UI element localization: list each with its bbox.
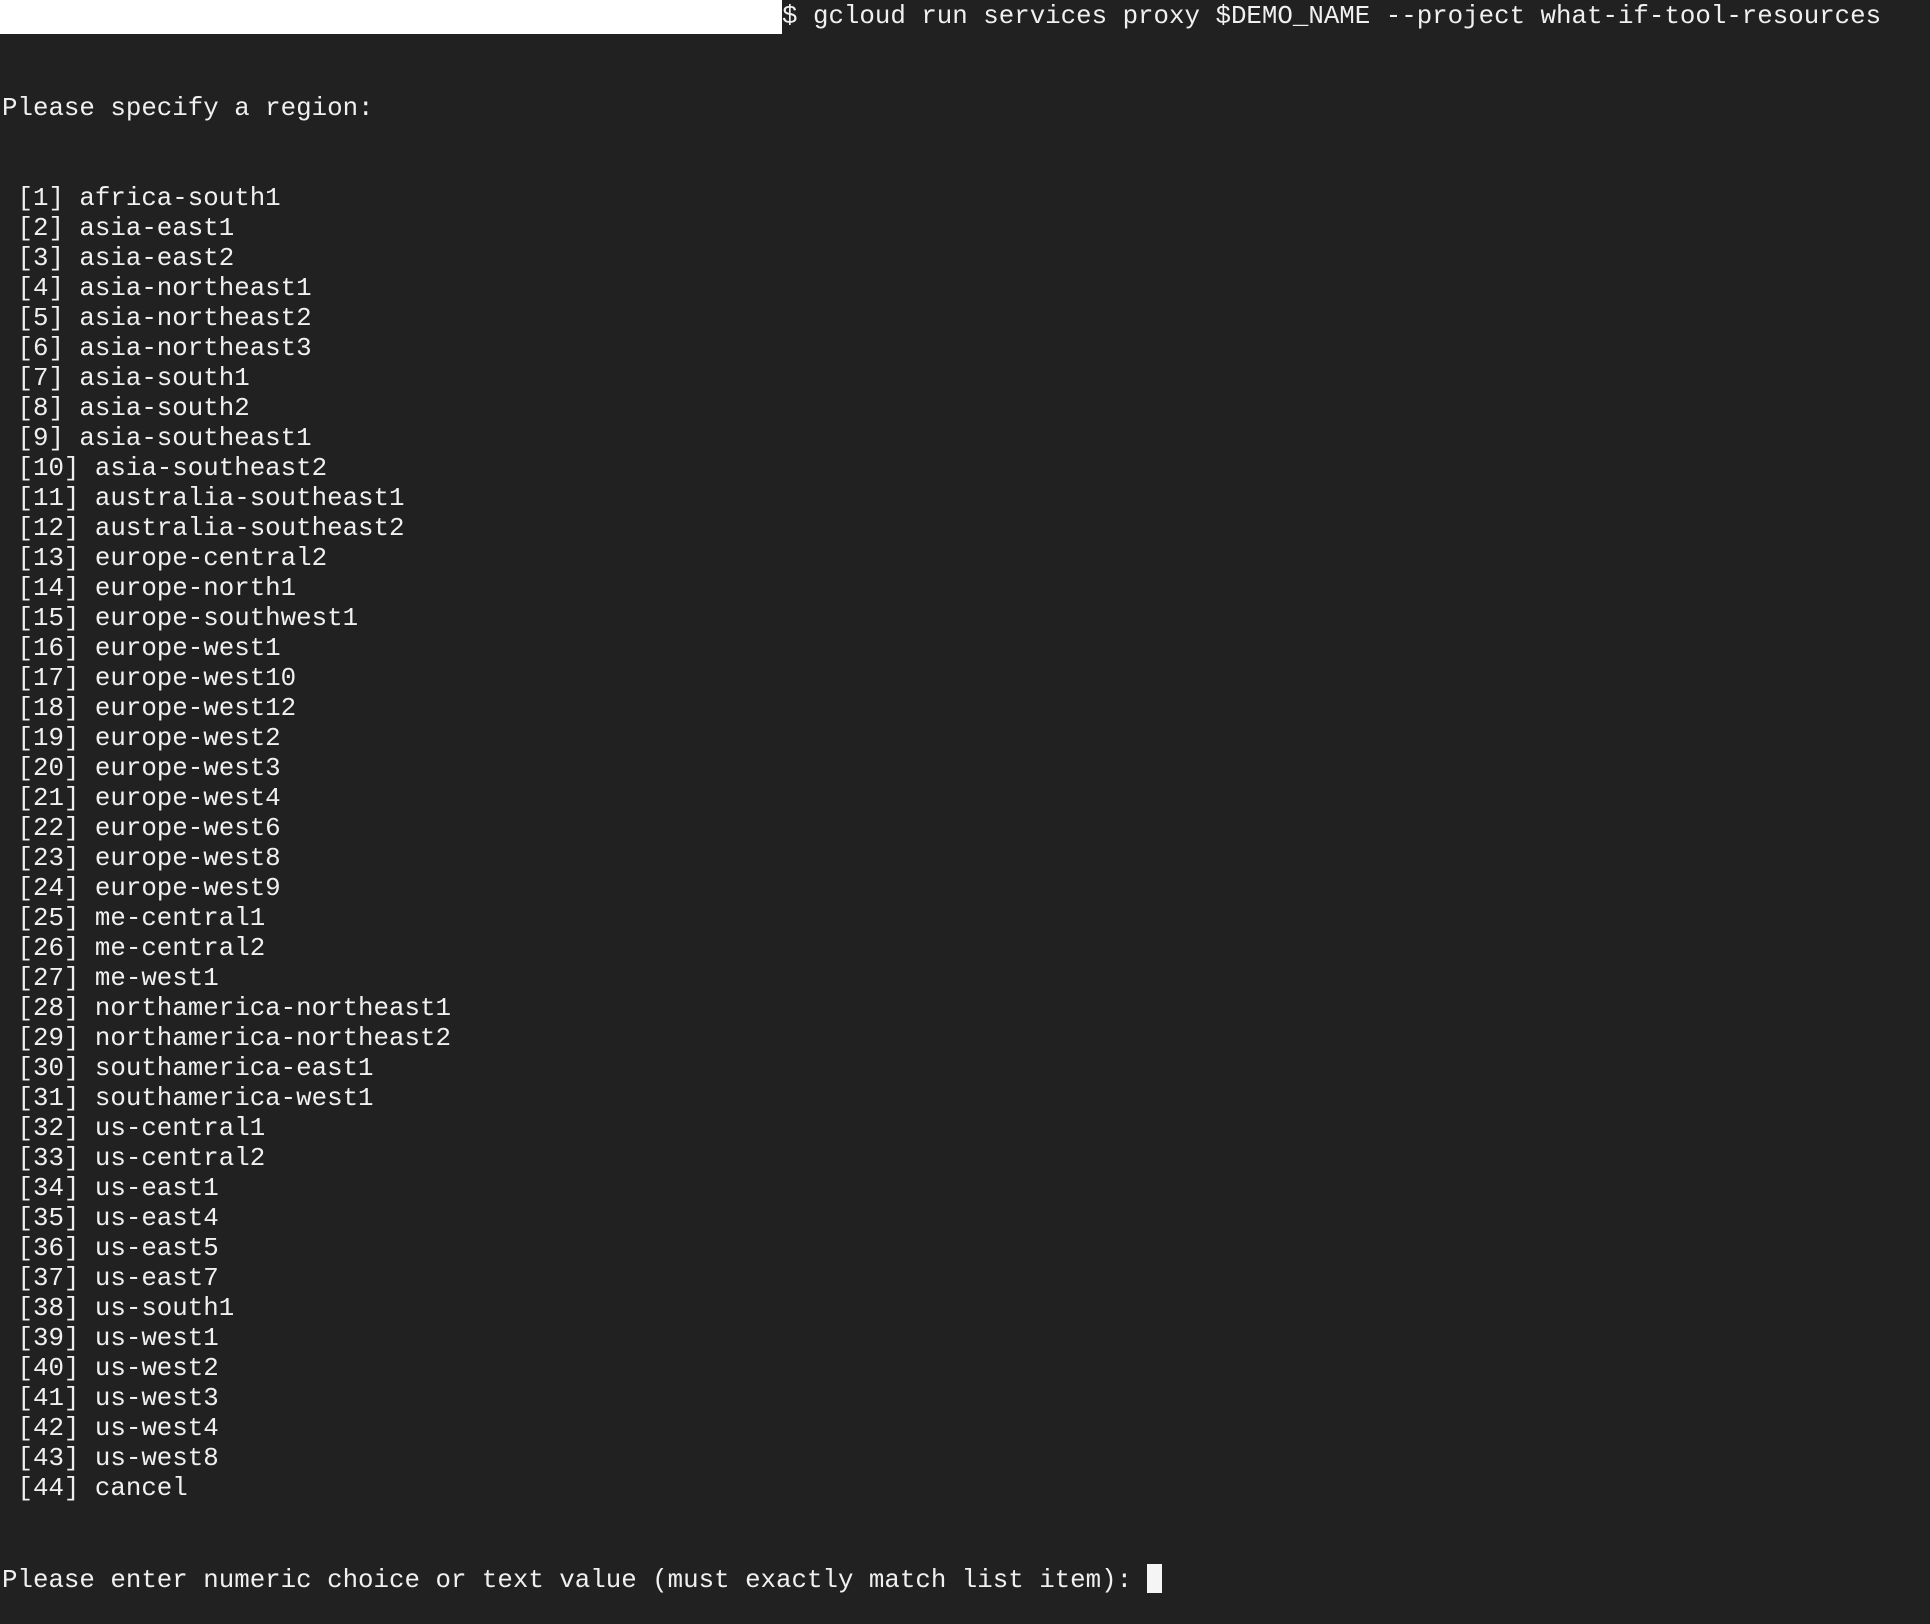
region-option: [28] northamerica-northeast1 <box>2 994 451 1023</box>
region-option: [15] europe-southwest1 <box>2 604 359 633</box>
region-option: [29] northamerica-northeast2 <box>2 1024 451 1053</box>
region-option: [44] cancel <box>2 1474 188 1503</box>
region-option: [21] europe-west4 <box>2 784 281 813</box>
region-option: [35] us-east4 <box>2 1204 219 1233</box>
region-option: [16] europe-west1 <box>2 634 281 663</box>
region-option: [19] europe-west2 <box>2 724 281 753</box>
region-option: [13] europe-central2 <box>2 544 328 573</box>
region-option: [37] us-east7 <box>2 1264 219 1293</box>
region-option: [17] europe-west10 <box>2 664 297 693</box>
region-option: [23] europe-west8 <box>2 844 281 873</box>
input-line[interactable]: Please enter numeric choice or text valu… <box>2 1564 1163 1595</box>
region-option: [27] me-west1 <box>2 964 219 993</box>
region-option: [39] us-west1 <box>2 1324 219 1353</box>
region-option: [3] asia-east2 <box>2 244 235 273</box>
region-option: [40] us-west2 <box>2 1354 219 1383</box>
region-option: [22] europe-west6 <box>2 814 281 843</box>
region-option: [7] asia-south1 <box>2 364 250 393</box>
region-option: [6] asia-northeast3 <box>2 334 312 363</box>
region-option: [10] asia-southeast2 <box>2 454 328 483</box>
region-option: [33] us-central2 <box>2 1144 266 1173</box>
region-option: [43] us-west8 <box>2 1444 219 1473</box>
cursor[interactable] <box>1147 1564 1163 1593</box>
region-option: [11] australia-southeast1 <box>2 484 405 513</box>
region-option: [36] us-east5 <box>2 1234 219 1263</box>
terminal-output: Please specify a region: [1] africa-sout… <box>2 34 1163 1624</box>
region-option: [25] me-central1 <box>2 904 266 933</box>
region-option: [24] europe-west9 <box>2 874 281 903</box>
region-option: [14] europe-north1 <box>2 574 297 603</box>
region-option: [26] me-central2 <box>2 934 266 963</box>
region-option: [30] southamerica-east1 <box>2 1054 374 1083</box>
region-option: [38] us-south1 <box>2 1294 235 1323</box>
region-option: [31] southamerica-west1 <box>2 1084 374 1113</box>
region-option: [12] australia-southeast2 <box>2 514 405 543</box>
region-option: [41] us-west3 <box>2 1384 219 1413</box>
region-option: [32] us-central1 <box>2 1114 266 1143</box>
white-overlay-bar <box>0 0 782 34</box>
region-option: [9] asia-southeast1 <box>2 424 312 453</box>
region-option: [2] asia-east1 <box>2 214 235 243</box>
region-list: [1] africa-south1 [2] asia-east1 [3] asi… <box>2 184 1162 1504</box>
region-option: [4] asia-northeast1 <box>2 274 312 303</box>
region-option: [18] europe-west12 <box>2 694 297 723</box>
region-option: [1] africa-south1 <box>2 184 281 213</box>
input-prompt: Please enter numeric choice or text valu… <box>2 1566 1133 1595</box>
region-option: [42] us-west4 <box>2 1414 219 1443</box>
region-option: [8] asia-south2 <box>2 394 250 423</box>
command-line: $ gcloud run services proxy $DEMO_NAME -… <box>782 2 1882 31</box>
region-option: [20] europe-west3 <box>2 754 281 783</box>
prompt-header: Please specify a region: <box>2 94 374 123</box>
region-option: [5] asia-northeast2 <box>2 304 312 333</box>
region-option: [34] us-east1 <box>2 1174 219 1203</box>
